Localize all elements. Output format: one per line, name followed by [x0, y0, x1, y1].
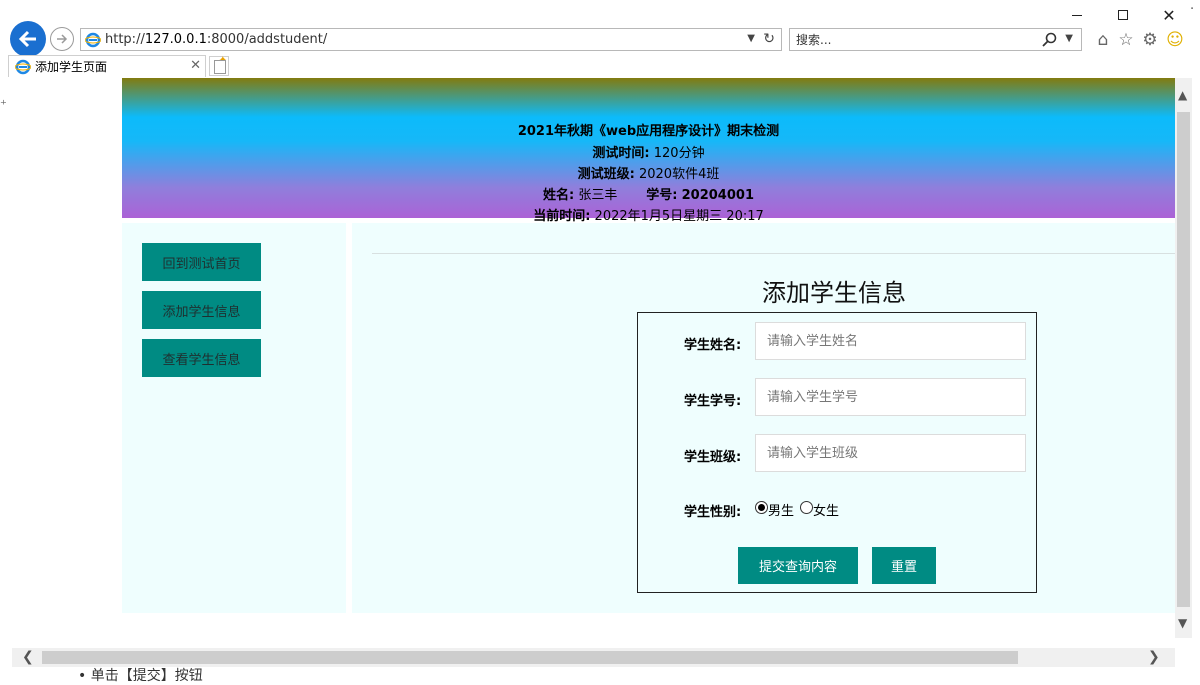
browser-tab[interactable]: 添加学生页面 ✕: [8, 55, 206, 77]
forward-button[interactable]: [50, 27, 74, 51]
horizontal-scroll-thumb[interactable]: [42, 651, 1018, 664]
maximize-icon: [1118, 10, 1128, 20]
exam-class: 测试班级: 2020软件4班: [577, 167, 720, 182]
current-time: 当前时间: 2022年1月5日星期三 20:17: [533, 209, 764, 224]
close-window-button[interactable]: ✕: [1154, 4, 1184, 26]
student-class-input[interactable]: [755, 434, 1026, 472]
class-label: 学生班级:: [684, 450, 742, 465]
scroll-up-icon[interactable]: ▲: [1178, 88, 1187, 102]
submit-button[interactable]: 提交查询内容: [738, 547, 858, 584]
close-icon: ✕: [1162, 5, 1176, 25]
ie-icon: [15, 59, 31, 74]
sparkle-icon: ✦: [218, 55, 227, 66]
add-student-form: 学生姓名: 学生学号: 学生班级: 学生性别: 男生 女生 提交查询内容 重置: [637, 312, 1037, 593]
scroll-right-icon[interactable]: ❯: [1148, 649, 1160, 665]
nav-home-button[interactable]: 回到测试首页: [142, 243, 261, 281]
gender-male-radio[interactable]: [755, 501, 768, 514]
background-glyph: ·: [1190, 2, 1195, 17]
favorites-star-icon[interactable]: ☆: [1116, 30, 1136, 50]
nav-view-students-button[interactable]: 查看学生信息: [142, 339, 261, 377]
main-content: 添加学生信息 学生姓名: 学生学号: 学生班级: 学生性别: 男生 女生 提交查…: [352, 223, 1175, 613]
background-glyph: ⁺: [0, 98, 7, 113]
home-icon[interactable]: ⌂: [1093, 30, 1113, 50]
background-text: • 单击【提交】按钮: [78, 668, 203, 684]
student-name-input[interactable]: [755, 322, 1026, 360]
search-placeholder: 搜索...: [796, 33, 832, 47]
id-label: 学生学号:: [684, 394, 742, 409]
close-tab-icon[interactable]: ✕: [190, 58, 201, 73]
chevron-down-icon[interactable]: ▼: [1065, 33, 1073, 44]
arrow-right-icon: [57, 34, 68, 44]
reset-button[interactable]: 重置: [872, 547, 936, 584]
form-title: 添加学生信息: [762, 279, 906, 307]
divider: [372, 253, 1175, 254]
chevron-down-icon[interactable]: ▼: [747, 33, 755, 44]
minimize-button[interactable]: [1062, 4, 1092, 26]
minimize-icon: [1072, 14, 1082, 16]
vertical-scrollbar[interactable]: ▲ ▼: [1175, 78, 1192, 638]
gender-female-label: 女生: [813, 504, 840, 519]
refresh-icon[interactable]: ↻: [763, 31, 775, 47]
web-page: 2021年秋期《web应用程序设计》期末检测 测试时间: 120分钟 测试班级:…: [122, 78, 1175, 613]
address-bar[interactable]: http://127.0.0.1:8000/addstudent/ ▼ ↻: [80, 28, 782, 51]
page-header: 2021年秋期《web应用程序设计》期末检测 测试时间: 120分钟 测试班级:…: [122, 78, 1175, 224]
name-label: 学生姓名:: [684, 338, 742, 353]
arrow-left-icon: [18, 30, 36, 48]
feedback-smiley-icon[interactable]: ☺: [1165, 30, 1185, 50]
tab-title: 添加学生页面: [35, 60, 108, 74]
scroll-down-icon[interactable]: ▼: [1178, 616, 1187, 630]
gender-male-label: 男生: [768, 504, 795, 519]
gender-label: 学生性别:: [684, 505, 742, 520]
ie-icon: [85, 32, 101, 47]
exam-duration: 测试时间: 120分钟: [592, 146, 705, 161]
search-box[interactable]: 搜索... ▼: [789, 28, 1082, 51]
new-tab-button[interactable]: ✦: [209, 55, 229, 76]
scroll-left-icon[interactable]: ❮: [22, 649, 34, 665]
nav-add-student-button[interactable]: 添加学生信息: [142, 291, 261, 329]
url-text: http://127.0.0.1:8000/addstudent/: [105, 32, 328, 47]
sidebar: 回到测试首页 添加学生信息 查看学生信息: [122, 223, 346, 613]
gear-icon[interactable]: ⚙: [1140, 30, 1160, 50]
back-button[interactable]: [10, 21, 46, 57]
student-info: 姓名: 张三丰 学号: 20204001: [542, 188, 754, 203]
search-icon[interactable]: [1042, 32, 1057, 47]
maximize-button[interactable]: [1108, 4, 1138, 26]
exam-title: 2021年秋期《web应用程序设计》期末检测: [517, 124, 780, 139]
gender-female-radio[interactable]: [800, 501, 813, 514]
student-id-input[interactable]: [755, 378, 1026, 416]
vertical-scroll-thumb[interactable]: [1177, 112, 1190, 607]
